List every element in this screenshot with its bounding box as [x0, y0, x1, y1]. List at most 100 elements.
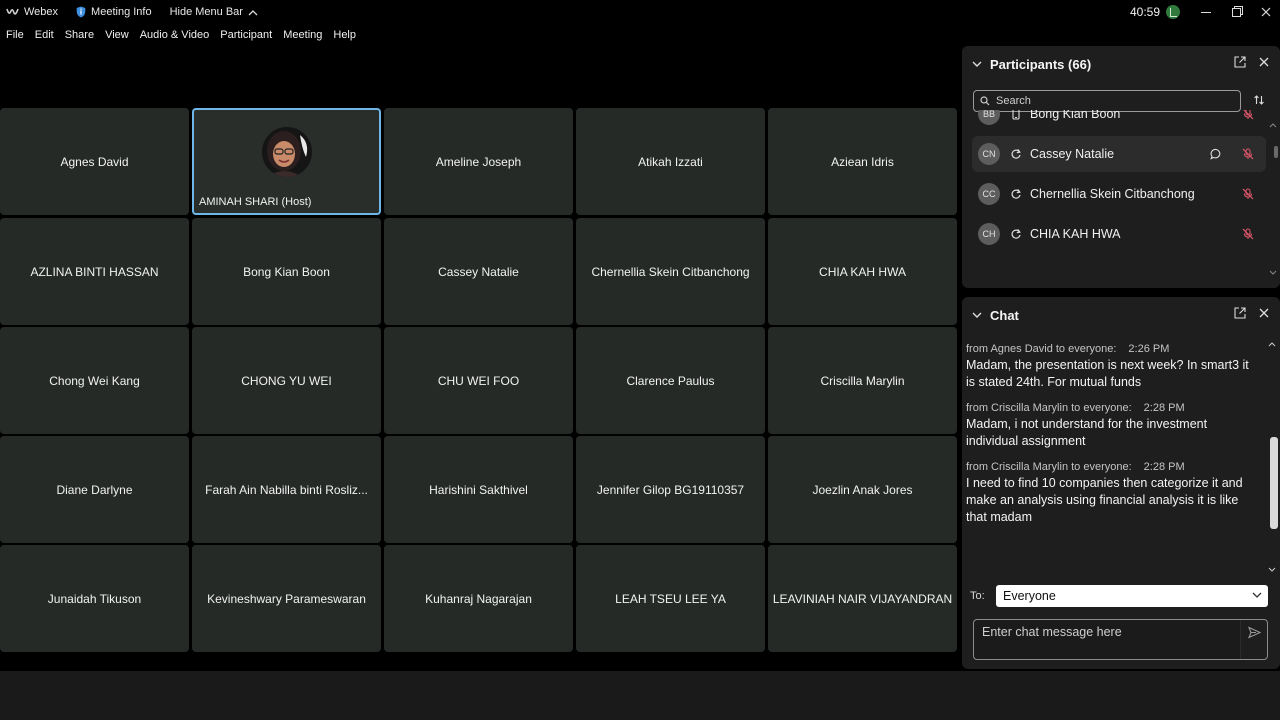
muted-mic-icon[interactable]: [1242, 188, 1254, 200]
video-tile[interactable]: Agnes David: [0, 108, 189, 215]
scroll-down-icon[interactable]: [1268, 567, 1276, 573]
video-tile[interactable]: Chernellia Skein Citbanchong: [576, 218, 765, 325]
video-tile[interactable]: CHONG YU WEI: [192, 327, 381, 434]
popout-icon[interactable]: [1234, 56, 1246, 68]
participant-row[interactable]: CN Cassey Natalie: [972, 136, 1266, 172]
close-window-button[interactable]: [1254, 0, 1278, 24]
video-tile[interactable]: Jennifer Gilop BG19110357: [576, 436, 765, 543]
send-icon[interactable]: [1248, 626, 1261, 639]
to-label: To:: [970, 590, 985, 602]
menu-edit[interactable]: Edit: [35, 29, 54, 41]
tile-name: Chong Wei Kang: [49, 373, 140, 388]
video-tile[interactable]: Junaidah Tikuson: [0, 545, 189, 652]
chat-input-placeholder: Enter chat message here: [982, 625, 1122, 639]
participant-row[interactable]: CH CHIA KAH HWA: [972, 216, 1266, 252]
video-tile[interactable]: Diane Darlyne: [0, 436, 189, 543]
chevron-down-icon[interactable]: [972, 59, 982, 69]
message-time: 2:28 PM: [1143, 402, 1185, 414]
video-tile[interactable]: AZLINA BINTI HASSAN: [0, 218, 189, 325]
menu-view[interactable]: View: [105, 29, 129, 41]
video-tile[interactable]: LEAVINIAH NAIR VIJAYANDRAN: [768, 545, 957, 652]
video-tile[interactable]: Clarence Paulus: [576, 327, 765, 434]
tile-name: Bong Kian Boon: [243, 264, 330, 279]
video-tile[interactable]: Aziean Idris: [768, 108, 957, 215]
video-tile[interactable]: Kevineshwary Parameswaran: [192, 545, 381, 652]
avatar: CH: [978, 223, 1000, 245]
participant-row[interactable]: CC Chernellia Skein Citbanchong: [972, 176, 1266, 212]
menu-help[interactable]: Help: [333, 29, 356, 41]
close-icon[interactable]: [1258, 56, 1270, 68]
menu-meeting[interactable]: Meeting: [283, 29, 322, 41]
tile-name: LEAVINIAH NAIR VIJAYANDRAN: [772, 591, 953, 606]
tile-name: Criscilla Marylin: [820, 373, 905, 388]
shield-icon: [76, 6, 86, 18]
participant-name: Chernellia Skein Citbanchong: [1030, 187, 1195, 201]
tile-name: Cassey Natalie: [438, 264, 519, 279]
message-sender: from Criscilla Marylin to everyone:: [966, 461, 1132, 473]
menu-bar: File Edit Share View Audio & Video Parti…: [0, 26, 367, 44]
video-tile[interactable]: CHU WEI FOO: [384, 327, 573, 434]
video-tile-host[interactable]: AMINAH SHARI (Host): [192, 108, 381, 215]
popout-icon[interactable]: [1234, 307, 1246, 319]
message-sender: from Agnes David to everyone:: [966, 343, 1117, 355]
recipient-select[interactable]: Everyone: [996, 585, 1268, 607]
video-tile[interactable]: Farah Ain Nabilla binti Rosliz...: [192, 436, 381, 543]
chat-message: from Criscilla Marylin to everyone: 2:28 …: [966, 402, 1256, 450]
menu-audio-video[interactable]: Audio & Video: [140, 29, 210, 41]
search-placeholder: Search: [996, 95, 1031, 107]
video-tile[interactable]: Kuhanraj Nagarajan: [384, 545, 573, 652]
video-tile[interactable]: Chong Wei Kang: [0, 327, 189, 434]
chat-title: Chat: [990, 307, 1019, 323]
message-time: 2:28 PM: [1143, 461, 1185, 473]
chat-scrollbar[interactable]: [1270, 437, 1278, 529]
sync-icon: [1011, 189, 1021, 199]
participant-search-input[interactable]: Search: [973, 90, 1241, 112]
tile-name: CHU WEI FOO: [437, 373, 520, 388]
participant-row[interactable]: BB Bong Kian Boon: [972, 110, 1266, 132]
meeting-info-button[interactable]: Meeting Info: [76, 6, 152, 18]
meeting-info-label: Meeting Info: [91, 6, 152, 18]
video-tile[interactable]: Atikah Izzati: [576, 108, 765, 215]
host-video-avatar: [262, 127, 312, 177]
video-tile[interactable]: CHIA KAH HWA: [768, 218, 957, 325]
tile-name: Joezlin Anak Jores: [812, 482, 913, 497]
scroll-up-icon[interactable]: [1268, 341, 1276, 347]
maximize-button[interactable]: [1224, 0, 1248, 24]
recipient-value: Everyone: [1003, 589, 1056, 603]
hide-menu-bar-label: Hide Menu Bar: [169, 6, 243, 18]
message-text: Madam, i not understand for the investme…: [966, 417, 1208, 448]
restore-icon: [1231, 7, 1241, 17]
video-tile[interactable]: Criscilla Marylin: [768, 327, 957, 434]
message-time: 2:26 PM: [1128, 343, 1170, 355]
muted-mic-icon[interactable]: [1242, 110, 1254, 120]
participants-scrollbar[interactable]: [1274, 146, 1278, 158]
sort-icon[interactable]: [1253, 94, 1265, 106]
menu-file[interactable]: File: [6, 29, 24, 41]
chevron-down-icon[interactable]: [972, 310, 982, 320]
tile-name: Clarence Paulus: [626, 373, 715, 388]
video-tile[interactable]: Harishini Sakthivel: [384, 436, 573, 543]
menu-participant[interactable]: Participant: [220, 29, 272, 41]
muted-mic-icon[interactable]: [1242, 228, 1254, 240]
tile-name: Harishini Sakthivel: [429, 482, 528, 497]
scroll-up-icon[interactable]: [1269, 122, 1277, 128]
close-icon[interactable]: [1258, 307, 1270, 319]
minimize-button[interactable]: [1194, 0, 1218, 24]
participant-list: BB Bong Kian Boon CN Cassey Natalie CC C…: [972, 110, 1266, 260]
menu-share[interactable]: Share: [65, 29, 94, 41]
scroll-down-icon[interactable]: [1269, 270, 1277, 276]
host-photo: [262, 127, 312, 177]
sync-icon: [1011, 229, 1021, 239]
tile-name: AMINAH SHARI (Host): [199, 196, 312, 208]
chat-bubble-icon[interactable]: [1210, 148, 1222, 160]
video-tile[interactable]: Joezlin Anak Jores: [768, 436, 957, 543]
chat-input[interactable]: Enter chat message here: [973, 619, 1268, 660]
title-bar: Webex Meeting Info Hide Menu Bar 40:59: [0, 0, 1280, 24]
avatar: BB: [978, 110, 1000, 125]
video-tile[interactable]: Ameline Joseph: [384, 108, 573, 215]
video-tile[interactable]: LEAH TSEU LEE YA: [576, 545, 765, 652]
video-tile[interactable]: Bong Kian Boon: [192, 218, 381, 325]
muted-mic-icon[interactable]: [1242, 148, 1254, 160]
hide-menu-bar-button[interactable]: Hide Menu Bar: [170, 6, 258, 18]
video-tile[interactable]: Cassey Natalie: [384, 218, 573, 325]
